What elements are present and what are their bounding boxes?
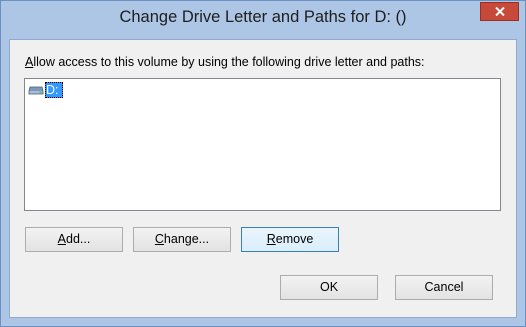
ok-button[interactable]: OK — [280, 275, 378, 300]
add-accel: A — [57, 232, 66, 246]
instruction-text: llow access to this volume by using the … — [33, 55, 425, 69]
remove-accel: R — [266, 232, 276, 246]
change-accel: C — [154, 232, 164, 246]
dialog-window: Change Drive Letter and Paths for D: () … — [0, 0, 526, 327]
paths-list[interactable]: D: — [24, 78, 501, 211]
drive-icon — [28, 86, 44, 95]
instruction-label: Allow access to this volume by using the… — [25, 55, 425, 69]
add-label: dd... — [66, 232, 91, 246]
dialog-body: Allow access to this volume by using the… — [9, 39, 517, 318]
remove-label: emove — [275, 232, 314, 246]
close-icon — [495, 7, 505, 16]
close-button[interactable] — [480, 2, 519, 21]
cancel-button[interactable]: Cancel — [395, 275, 493, 300]
list-item[interactable]: D: — [28, 82, 63, 98]
list-item-label: D: — [45, 82, 63, 98]
change-label: hange... — [163, 232, 210, 246]
change-button[interactable]: Change... — [133, 227, 231, 252]
remove-button[interactable]: Remove — [241, 227, 339, 252]
title-bar[interactable]: Change Drive Letter and Paths for D: () — [1, 1, 525, 39]
window-title: Change Drive Letter and Paths for D: () — [119, 8, 407, 26]
add-button[interactable]: Add... — [25, 227, 123, 252]
